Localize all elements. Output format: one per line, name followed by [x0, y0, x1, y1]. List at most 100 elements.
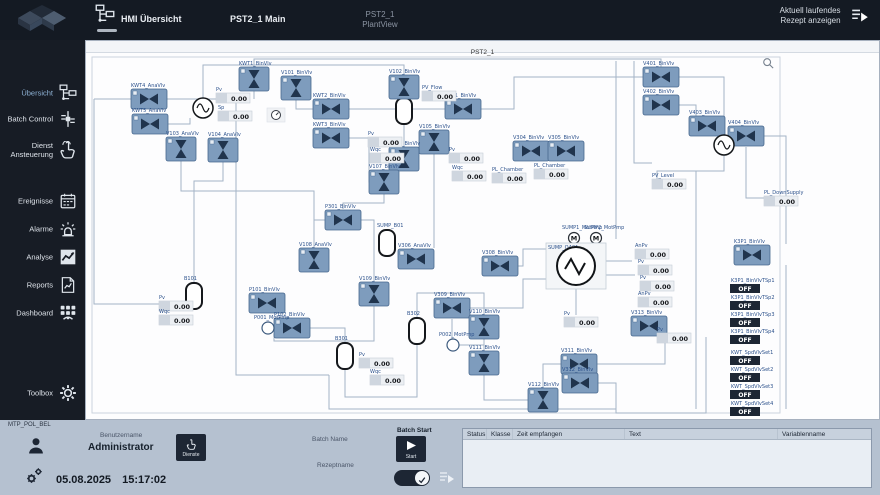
svg-text:V305_BinVlv: V305_BinVlv — [548, 135, 579, 141]
valve-node[interactable]: K3P1_BinVlv — [733, 239, 771, 266]
svg-text:KWT_SpdVlvSet4: KWT_SpdVlvSet4 — [731, 401, 773, 407]
off-button[interactable]: KWT_SpdVlvSet2 OFF — [730, 367, 773, 382]
valve-node[interactable]: V401_BinVlv — [642, 61, 680, 88]
sidebar-item-alarme[interactable]: Alarme — [0, 216, 85, 242]
valve-node[interactable]: V111_BinVlv — [468, 345, 500, 376]
signal-generator-node[interactable] — [713, 134, 735, 156]
recipe-mode-toggle[interactable] — [394, 470, 430, 486]
valve-node[interactable]: V309_BinVlv — [433, 292, 471, 319]
valve-node[interactable]: V402_BinVlv — [642, 89, 680, 116]
svg-text:V306_AnaVlv: V306_AnaVlv — [398, 243, 431, 249]
valve-node[interactable]: KWT3_BinVlv — [312, 122, 350, 149]
valve-node[interactable]: V103_AnaVlv — [165, 131, 199, 162]
readout-field: Wqc 0.00 — [369, 369, 405, 386]
column-header-klasse[interactable]: Klasse — [487, 429, 513, 439]
valve-node[interactable]: V109_BinVlv — [358, 276, 390, 307]
svg-text:0.00: 0.00 — [385, 155, 402, 163]
svg-text:K3P1_BinVlv: K3P1_BinVlv — [734, 239, 765, 245]
tab-hmi-uebersicht[interactable]: HMI Übersicht — [95, 0, 215, 40]
readout-field: PV_Level 0.00 — [651, 173, 687, 190]
off-button[interactable]: K3P1_BinVlvTSp4 OFF — [730, 329, 775, 344]
sidebar-item-label: Ereignisse — [17, 196, 53, 206]
valve-node[interactable]: V304_BinVlv — [512, 135, 550, 162]
readout-field: Pv 0.00 — [367, 131, 403, 148]
svg-text:PV_Level: PV_Level — [652, 173, 674, 179]
gears-icon[interactable] — [24, 466, 44, 486]
svg-text:0.00: 0.00 — [374, 360, 391, 368]
valve-node[interactable]: V108_AnaVlv — [298, 242, 332, 273]
valve-node[interactable]: KWT1_BinVlv — [238, 61, 272, 92]
off-button[interactable]: K3P1_BinVlvTSp3 OFF — [730, 312, 775, 327]
column-header-zeit[interactable]: Zeit empfangen — [513, 429, 625, 439]
svg-text:0.00: 0.00 — [650, 251, 667, 259]
off-button[interactable]: KWT_SpdVlvSet1 OFF — [730, 350, 773, 365]
valve-node[interactable]: KWT2_BinVlv — [312, 93, 350, 120]
tab-pst21-main[interactable]: PST2_1 Main — [230, 0, 320, 40]
valve-node[interactable]: V101_BinVlv — [280, 70, 312, 101]
user-icon[interactable] — [26, 436, 46, 456]
sidebar-item-dashboard[interactable]: Dashboard — [0, 300, 85, 326]
valve-node[interactable]: V104_AnaVlv — [207, 132, 241, 163]
svg-text:Pv: Pv — [368, 131, 374, 137]
off-button[interactable]: KWT_SpdVlvSet3 OFF — [730, 384, 773, 399]
valve-node[interactable]: V312_BinVlv — [561, 367, 599, 394]
tab-label: PST2_1 Main — [230, 14, 286, 24]
svg-text:Wqc: Wqc — [159, 309, 170, 315]
svg-text:V109_BinVlv: V109_BinVlv — [359, 276, 390, 282]
valve-node[interactable]: P301_BinVlv — [324, 204, 362, 231]
sidebar-item-reports[interactable]: Reports — [0, 272, 85, 298]
flowchart-icon — [95, 4, 115, 22]
off-button[interactable]: K3P1_BinVlvTSp2 OFF — [730, 295, 775, 310]
valve-node[interactable]: V305_BinVlv — [547, 135, 585, 162]
valve-node[interactable]: V112_BinVlv — [527, 382, 559, 413]
time-value: 15:17:02 — [122, 474, 167, 486]
sidebar: Übersicht Batch Control Dienst Ansteueru… — [0, 40, 85, 420]
analyzer-node[interactable]: SUMP_QA01 — [545, 242, 607, 290]
svg-text:0.00: 0.00 — [437, 93, 454, 101]
sidebar-item-uebersicht[interactable]: Übersicht — [0, 80, 85, 106]
svg-text:V304_BinVlv: V304_BinVlv — [513, 135, 544, 141]
sidebar-item-ereignisse[interactable]: Ereignisse — [0, 188, 85, 214]
svg-text:V112_BinVlv: V112_BinVlv — [528, 382, 559, 388]
svg-text:OFF: OFF — [738, 286, 751, 293]
svg-text:OFF: OFF — [738, 358, 751, 365]
svg-text:KWT5_AnaVlv: KWT5_AnaVlv — [132, 108, 166, 114]
show-running-recipe-button[interactable]: Aktuell laufendes Rezept anzeigen — [780, 6, 870, 34]
sidebar-item-label: Batch Control — [7, 114, 53, 124]
svg-text:V308_BinVlv: V308_BinVlv — [482, 250, 513, 256]
sidebar-item-toolbox[interactable]: Toolbox — [0, 380, 85, 406]
tab-pst21-plantview[interactable]: PST2_1 PlantView — [340, 0, 420, 40]
valve-node[interactable]: V308_BinVlv — [481, 250, 519, 277]
recipe-run-icon[interactable] — [438, 470, 456, 486]
valve-node[interactable]: V102_BinVlv — [388, 69, 420, 100]
valve-node[interactable]: P101_BinVlv — [248, 287, 286, 314]
recipe-link-line2: Rezept anzeigen — [780, 16, 841, 25]
svg-text:AnPv: AnPv — [638, 291, 651, 297]
dienste-button[interactable]: Dienste — [176, 434, 206, 461]
svg-text:0.00: 0.00 — [579, 319, 596, 327]
off-button[interactable]: KWT_SpdVlvSet4 OFF — [730, 401, 773, 416]
sidebar-item-batch-control[interactable]: Batch Control — [0, 106, 85, 132]
column-header-text[interactable]: Text — [625, 429, 778, 439]
pipe-line — [595, 337, 707, 414]
valve-node[interactable]: V107_BinVlv — [368, 164, 400, 195]
valve-node[interactable]: KWT5_AnaVlv — [131, 108, 169, 135]
off-button[interactable]: K3P1_BinVlvTSp1 OFF — [730, 278, 775, 293]
valve-node[interactable]: KWT4_AnaVlv — [130, 83, 168, 110]
mtp-pol-bel-tab[interactable]: MTP_POL_BEL — [8, 422, 51, 428]
sidebar-item-dienst-ansteuerung[interactable]: Dienst Ansteuerung — [0, 134, 85, 166]
sidebar-item-analyse[interactable]: Analyse — [0, 244, 85, 270]
signal-generator-node[interactable] — [192, 97, 214, 119]
batch-start-button[interactable]: Start — [396, 436, 426, 462]
valve-node[interactable]: V403_BinVlv — [688, 110, 726, 137]
svg-text:Pv: Pv — [638, 259, 644, 265]
sidebar-item-label: Toolbox — [27, 388, 53, 398]
column-header-status[interactable]: Status — [463, 429, 487, 439]
valve-node[interactable]: V105_BinVlv — [418, 124, 450, 155]
svg-text:V110_BinVlv: V110_BinVlv — [469, 309, 500, 315]
pipe-line — [180, 159, 315, 250]
readout-field: PL_DownSupply 0.00 — [763, 190, 804, 207]
valve-node[interactable]: V306_AnaVlv — [397, 243, 435, 270]
recipe-link-line1: Aktuell laufendes — [779, 6, 841, 15]
column-header-variablenname[interactable]: Variablenname — [778, 429, 871, 439]
